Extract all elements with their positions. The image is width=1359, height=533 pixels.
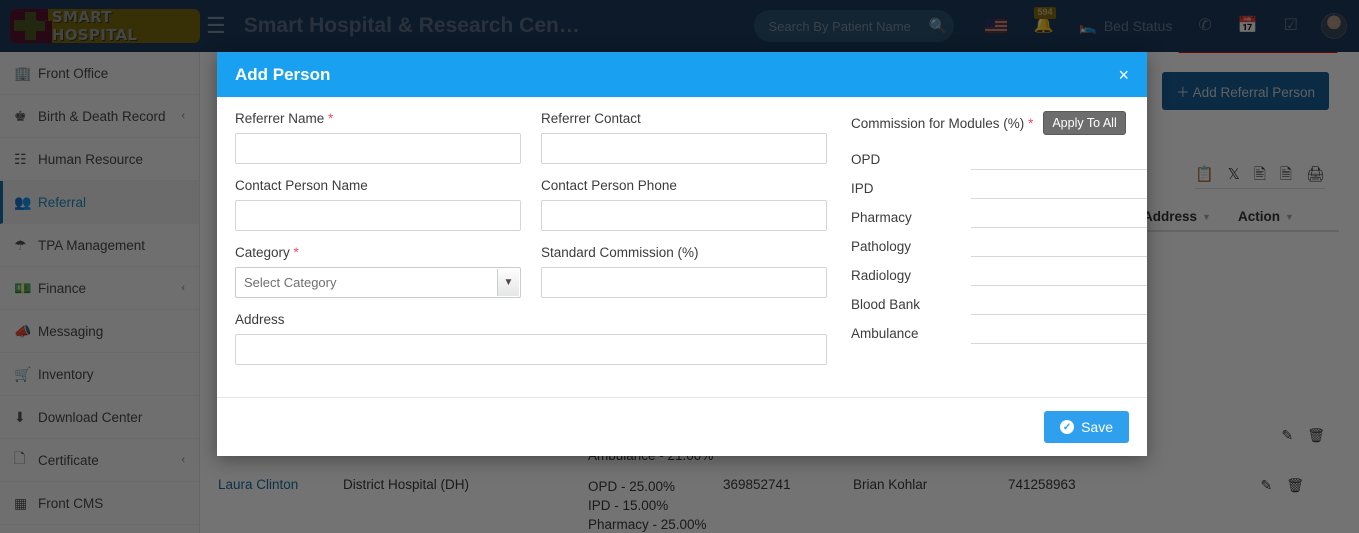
category-select[interactable]: Select Category ▼ <box>235 267 521 298</box>
standard-commission-label: Standard Commission (%) <box>541 245 827 260</box>
required-asterisk: * <box>1028 116 1033 131</box>
commission-header: Commission for Modules (%) * Apply To Al… <box>851 111 1147 135</box>
field-contact-person-name: Contact Person Name <box>235 178 541 231</box>
commission-row-blood-bank: Blood Bank <box>851 286 1147 315</box>
field-address: Address <box>235 312 847 365</box>
save-button[interactable]: ✓ Save <box>1044 411 1129 443</box>
module-label: Blood Bank <box>851 297 971 315</box>
commission-row-ipd: IPD <box>851 170 1147 199</box>
referrer-name-label: Referrer Name * <box>235 111 521 126</box>
commission-row-radiology: Radiology <box>851 257 1147 286</box>
field-category: Category * Select Category ▼ <box>235 245 541 298</box>
modal-header: Add Person × <box>217 52 1147 97</box>
pharmacy-commission-input[interactable] <box>971 206 1147 228</box>
module-label: IPD <box>851 181 971 199</box>
contact-person-phone-input[interactable] <box>541 200 827 231</box>
modal-footer: ✓ Save <box>217 397 1147 456</box>
category-label: Category * <box>235 245 521 260</box>
contact-person-phone-label: Contact Person Phone <box>541 178 827 193</box>
commission-row-pharmacy: Pharmacy <box>851 199 1147 228</box>
save-label: Save <box>1081 419 1113 435</box>
contact-person-name-input[interactable] <box>235 200 521 231</box>
close-icon[interactable]: × <box>1118 66 1129 84</box>
commission-modules-column: Commission for Modules (%) * Apply To Al… <box>847 111 1147 379</box>
referrer-name-input[interactable] <box>235 133 521 164</box>
module-label: Pathology <box>851 239 971 257</box>
ipd-commission-input[interactable] <box>971 177 1147 199</box>
chevron-down-icon[interactable]: ▼ <box>497 269 519 296</box>
app-root: SMART HOSPITAL ☰ Smart Hospital & Resear… <box>0 0 1359 533</box>
category-selected-value: Select Category <box>236 275 337 290</box>
required-asterisk: * <box>328 111 333 126</box>
opd-commission-input[interactable] <box>971 148 1147 170</box>
field-referrer-name: Referrer Name * <box>235 111 541 164</box>
apply-to-all-button[interactable]: Apply To All <box>1043 111 1125 135</box>
ambulance-commission-input[interactable] <box>971 322 1147 344</box>
commission-row-ambulance: Ambulance <box>851 315 1147 344</box>
field-standard-commission: Standard Commission (%) <box>541 245 847 298</box>
contact-person-name-label: Contact Person Name <box>235 178 521 193</box>
modal-body: Referrer Name * Referrer Contact Contact… <box>217 97 1147 397</box>
commission-row-opd: OPD <box>851 141 1147 170</box>
module-label: Ambulance <box>851 326 971 344</box>
check-circle-icon: ✓ <box>1060 420 1074 434</box>
radiology-commission-input[interactable] <box>971 264 1147 286</box>
add-person-modal: Add Person × Referrer Name * Referrer Co… <box>217 52 1147 456</box>
commission-row-pathology: Pathology <box>851 228 1147 257</box>
modal-title: Add Person <box>235 65 330 85</box>
field-referrer-contact: Referrer Contact <box>541 111 847 164</box>
referrer-contact-input[interactable] <box>541 133 827 164</box>
standard-commission-input[interactable] <box>541 267 827 298</box>
commission-label: Commission for Modules (%) * <box>851 116 1033 131</box>
referrer-contact-label: Referrer Contact <box>541 111 827 126</box>
module-label: Radiology <box>851 268 971 286</box>
field-contact-person-phone: Contact Person Phone <box>541 178 847 231</box>
module-label: OPD <box>851 152 971 170</box>
pathology-commission-input[interactable] <box>971 235 1147 257</box>
address-label: Address <box>235 312 827 327</box>
form-left-column: Referrer Name * Referrer Contact Contact… <box>235 111 847 379</box>
address-input[interactable] <box>235 334 827 365</box>
required-asterisk: * <box>294 245 299 260</box>
blood-bank-commission-input[interactable] <box>971 293 1147 315</box>
module-label: Pharmacy <box>851 210 971 228</box>
